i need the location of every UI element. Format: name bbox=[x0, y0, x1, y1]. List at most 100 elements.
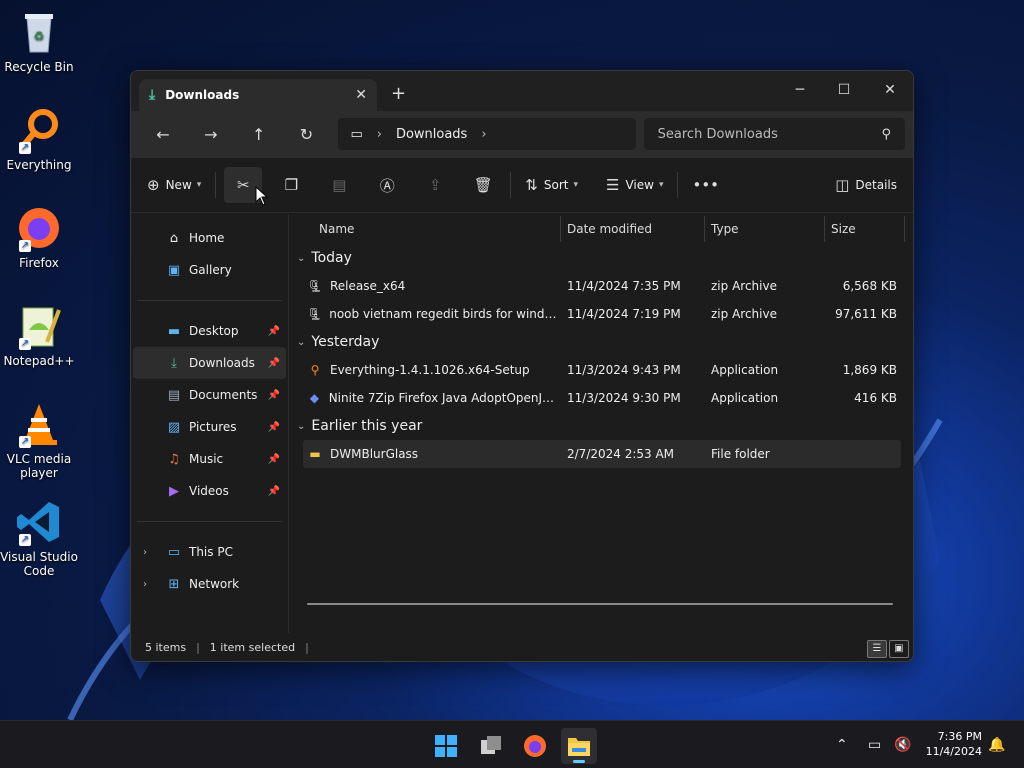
column-header-name[interactable]: Name bbox=[289, 216, 561, 242]
desktop-icon-notepadpp[interactable]: ↗ Notepad++ bbox=[0, 302, 78, 368]
firefox-icon: ↗ bbox=[15, 204, 63, 252]
up-button[interactable]: ↑ bbox=[235, 125, 283, 144]
desktop-icon-label: Notepad++ bbox=[3, 354, 75, 368]
nav-item-videos[interactable]: ▶ Videos 📌 bbox=[133, 475, 286, 507]
nav-item-desktop[interactable]: ▬ Desktop 📌 bbox=[133, 315, 286, 347]
details-view-button[interactable]: ☰ bbox=[867, 640, 887, 658]
details-label: Details bbox=[855, 178, 897, 192]
new-tab-button[interactable]: + bbox=[391, 83, 406, 104]
tiles-view-button[interactable]: ▣ bbox=[889, 640, 909, 658]
pin-icon[interactable]: 📌 bbox=[268, 454, 280, 465]
everything-icon: ↗ bbox=[15, 106, 63, 154]
desktop-icon-label: Visual Studio Code bbox=[0, 550, 78, 578]
new-button[interactable]: ⊕ New ▾ bbox=[141, 167, 207, 203]
pin-icon[interactable]: 📌 bbox=[268, 486, 280, 497]
nav-item-documents[interactable]: ▤ Documents 📌 bbox=[133, 379, 286, 411]
file-date: 11/3/2024 9:30 PM bbox=[567, 391, 681, 405]
chevron-right-icon[interactable]: › bbox=[143, 547, 147, 558]
file-row[interactable]: 🗜 noob vietnam regedit birds for windows … bbox=[303, 300, 901, 328]
nav-item-home[interactable]: ⌂ Home bbox=[133, 222, 286, 254]
copy-button[interactable]: ❐ bbox=[272, 167, 310, 203]
task-view-button[interactable] bbox=[473, 728, 509, 764]
pin-icon[interactable]: 📌 bbox=[268, 390, 280, 401]
details-button[interactable]: ◫ Details bbox=[829, 167, 903, 203]
delete-button[interactable]: 🗑 bbox=[464, 167, 502, 203]
tab-downloads[interactable]: ⤓ Downloads ✕ bbox=[139, 79, 377, 111]
windows-logo-icon bbox=[435, 735, 457, 757]
file-row[interactable]: ⚲ Everything-1.4.1.1026.x64-Setup 11/3/20… bbox=[303, 356, 901, 384]
desktop-icon-vscode[interactable]: ↗ Visual Studio Code bbox=[0, 498, 78, 578]
view-button[interactable]: ☰ View ▾ bbox=[600, 167, 669, 203]
file-row-selected[interactable]: ▬ DWMBlurGlass 2/7/2024 2:53 AM File fold… bbox=[303, 440, 901, 468]
file-size: 416 KB bbox=[854, 391, 897, 405]
sort-button[interactable]: ⇅ Sort ▾ bbox=[519, 167, 584, 203]
desktop-icon-everything[interactable]: ↗ Everything bbox=[0, 106, 78, 172]
nav-label: Network bbox=[189, 577, 240, 591]
desktop-icon-firefox[interactable]: ↗ Firefox bbox=[0, 204, 78, 270]
pin-icon[interactable]: 📌 bbox=[268, 358, 280, 369]
nav-item-downloads[interactable]: ⤓ Downloads 📌 bbox=[133, 347, 286, 379]
taskbar-file-explorer[interactable] bbox=[561, 728, 597, 764]
rename-button[interactable]: Ⓐ bbox=[368, 167, 406, 203]
file-name: noob vietnam regedit birds for windows .… bbox=[329, 307, 561, 321]
rename-icon: Ⓐ bbox=[379, 176, 395, 195]
paste-button[interactable]: ▤ bbox=[320, 167, 358, 203]
show-hidden-icons-button[interactable]: ⌃ bbox=[836, 721, 848, 768]
column-header-date[interactable]: Date modified bbox=[561, 216, 705, 242]
maximize-button[interactable]: ☐ bbox=[821, 75, 867, 105]
search-input[interactable]: Search Downloads ⚲ bbox=[643, 118, 905, 150]
forward-button[interactable]: → bbox=[187, 125, 235, 144]
nav-item-gallery[interactable]: ▣ Gallery bbox=[133, 254, 286, 286]
share-button[interactable]: ⇪ bbox=[416, 167, 454, 203]
pin-icon[interactable]: 📌 bbox=[268, 326, 280, 337]
pin-icon[interactable]: 📌 bbox=[268, 422, 280, 433]
navigation-pane: ⌂ Home ▣ Gallery ▬ Desktop 📌 ⤓ Downloads 📌 ▤ Do… bbox=[131, 214, 289, 633]
vlc-icon: ↗ bbox=[15, 400, 63, 448]
more-options-button[interactable]: ••• bbox=[686, 167, 725, 203]
file-type: Application bbox=[711, 391, 779, 405]
nav-item-music[interactable]: ♫ Music 📌 bbox=[133, 443, 286, 475]
network-status-button[interactable]: ▭ bbox=[868, 721, 881, 768]
file-row[interactable]: 🗜 Release_x64 11/4/2024 7:35 PM zip Archi… bbox=[303, 272, 901, 300]
horizontal-scrollbar[interactable] bbox=[307, 603, 893, 605]
refresh-button[interactable]: ↻ bbox=[283, 125, 331, 144]
file-row[interactable]: ◆ Ninite 7Zip Firefox Java AdoptOpenJDK x… bbox=[303, 384, 901, 412]
group-header-earlier-this-year[interactable]: ⌄ Earlier this year bbox=[289, 412, 913, 440]
nav-item-pictures[interactable]: ▨ Pictures 📌 bbox=[133, 411, 286, 443]
desktop-icon-vlc[interactable]: ↗ VLC media player bbox=[0, 400, 78, 480]
file-explorer-window: ⤓ Downloads ✕ + ─ ☐ ✕ ← → ↑ ↻ ▭ › Downlo… bbox=[130, 70, 914, 662]
group-header-today[interactable]: ⌄ Today bbox=[289, 244, 913, 272]
nav-item-this-pc[interactable]: › ▭ This PC bbox=[133, 536, 286, 568]
address-bar[interactable]: ▭ › Downloads › bbox=[338, 118, 636, 150]
back-button[interactable]: ← bbox=[139, 125, 187, 144]
download-icon: ⤓ bbox=[149, 87, 156, 103]
clock[interactable]: 7:36 PM 11/4/2024 bbox=[926, 729, 982, 759]
file-size: 1,869 KB bbox=[842, 363, 897, 377]
column-header-size[interactable]: Size bbox=[825, 216, 905, 242]
file-date: 11/4/2024 7:19 PM bbox=[567, 307, 681, 321]
column-header-type[interactable]: Type bbox=[705, 216, 825, 242]
close-window-button[interactable]: ✕ bbox=[867, 75, 913, 105]
notepadpp-icon: ↗ bbox=[15, 302, 63, 350]
view-label: View bbox=[625, 178, 654, 192]
command-bar: ⊕ New ▾ ✂ ❐ ▤ Ⓐ ⇪ 🗑 ⇅ Sort ▾ ☰ View ▾ ••… bbox=[131, 157, 913, 213]
taskbar-firefox[interactable] bbox=[517, 728, 553, 764]
start-button[interactable] bbox=[428, 728, 464, 764]
nav-label: Videos bbox=[189, 484, 229, 498]
share-icon: ⇪ bbox=[429, 176, 442, 194]
chevron-right-icon[interactable]: › bbox=[143, 579, 147, 590]
breadcrumb-downloads[interactable]: Downloads bbox=[396, 127, 467, 142]
desktop-icon-recycle-bin[interactable]: ♻ Recycle Bin bbox=[0, 8, 78, 74]
nav-item-network[interactable]: › ⊞ Network bbox=[133, 568, 286, 600]
notifications-button[interactable]: 🔔 bbox=[988, 721, 1005, 768]
volume-button[interactable]: 🔇 bbox=[894, 721, 911, 768]
zip-icon: 🗜 bbox=[307, 279, 323, 293]
download-icon: ⤓ bbox=[171, 355, 177, 371]
close-tab-icon[interactable]: ✕ bbox=[355, 87, 367, 103]
group-header-yesterday[interactable]: ⌄ Yesterday bbox=[289, 328, 913, 356]
pictures-icon: ▨ bbox=[167, 419, 181, 435]
chevron-down-icon: ▾ bbox=[573, 180, 579, 190]
minimize-button[interactable]: ─ bbox=[777, 75, 823, 105]
chevron-right-icon[interactable]: › bbox=[481, 127, 486, 142]
divider: | bbox=[305, 640, 309, 654]
